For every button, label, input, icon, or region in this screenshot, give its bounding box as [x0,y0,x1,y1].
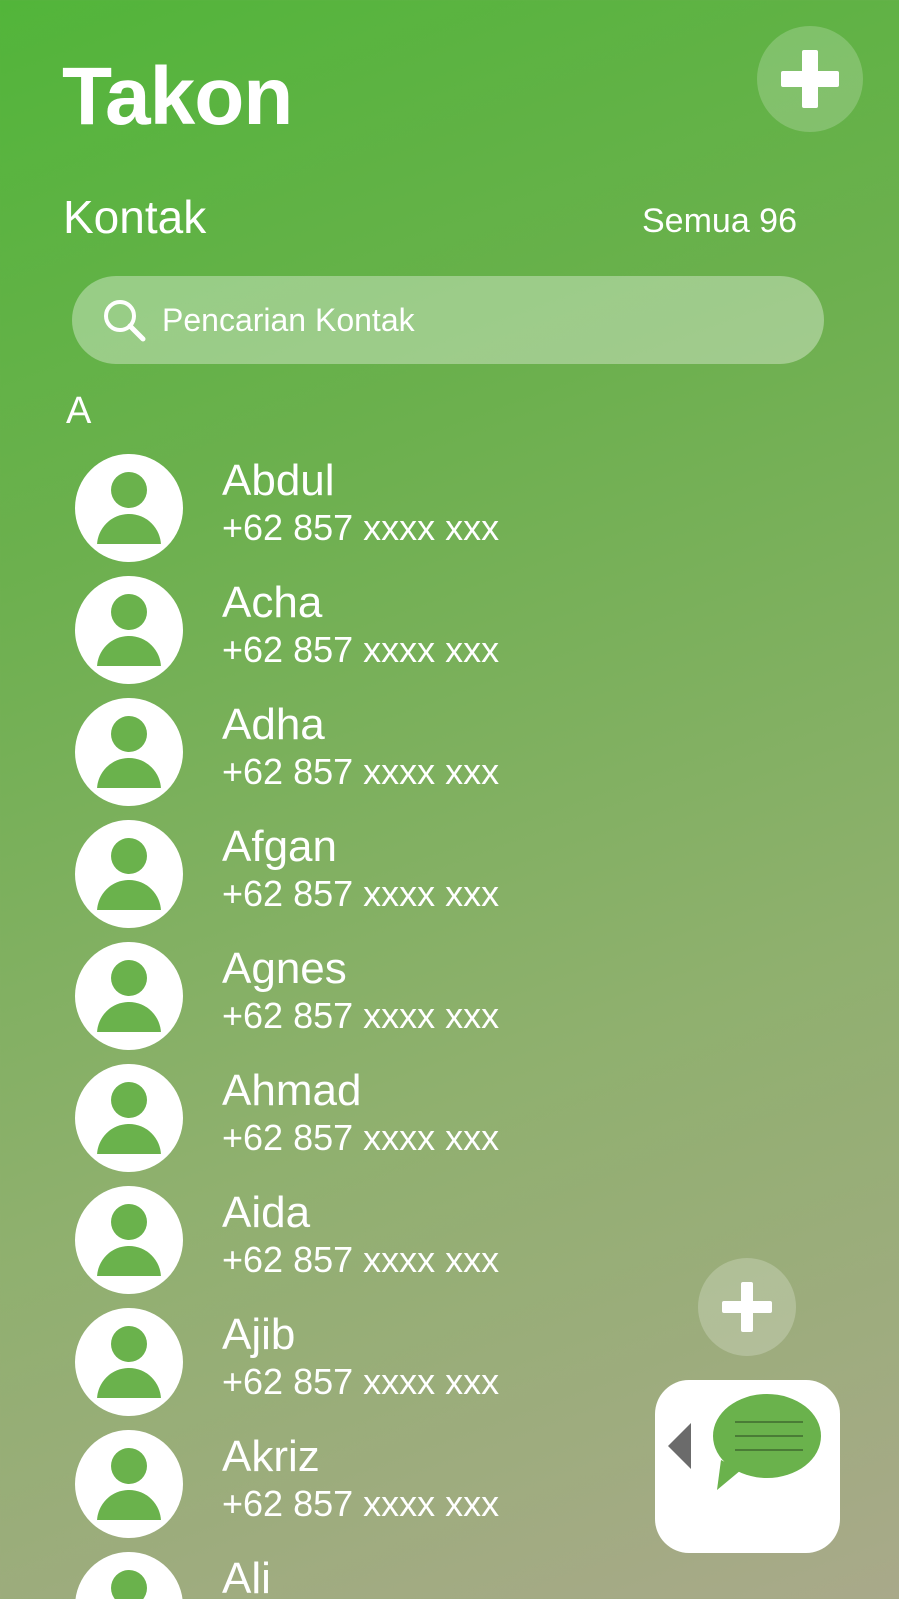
contact-row[interactable]: Agnes +62 857 xxxx xxx [0,938,899,1060]
search-bar[interactable] [72,276,824,364]
contact-phone: +62 857 xxxx xxx [222,629,500,670]
add-contact-button[interactable] [757,26,863,132]
triangle-left-icon [668,1423,691,1469]
contact-phone: +62 857 xxxx xxx [222,873,500,914]
avatar-icon [75,1430,183,1538]
contact-phone: +62 857 xxxx xxx [222,1117,500,1158]
search-input[interactable] [162,301,762,339]
contact-row[interactable]: Abdul +62 857 xxxx xxx [0,450,899,572]
avatar-icon [75,1186,183,1294]
contact-phone: +62 857 xxxx xxx [222,995,500,1036]
contact-row[interactable]: Adha +62 857 xxxx xxx [0,694,899,816]
avatar-icon [75,698,183,806]
chat-shortcut-button[interactable] [655,1380,840,1553]
avatar-icon [75,1308,183,1416]
contact-name: Afgan [222,822,337,871]
contact-phone: +62 857 xxxx xxx [222,1361,500,1402]
chat-bubble-icon [713,1394,821,1490]
avatar-icon [75,1064,183,1172]
plus-icon [722,1282,772,1332]
contact-count[interactable]: Semua 96 [642,202,797,241]
plus-icon [781,50,839,108]
contact-row[interactable]: Afgan +62 857 xxxx xxx [0,816,899,938]
contact-phone: +62 857 xxxx xxx [222,1483,500,1524]
avatar-icon [75,1552,183,1599]
floating-add-button[interactable] [698,1258,796,1356]
contact-name: Akriz [222,1432,320,1481]
contact-row[interactable]: Acha +62 857 xxxx xxx [0,572,899,694]
avatar-icon [75,454,183,562]
contact-name: Aida [222,1188,311,1237]
search-icon [104,300,146,342]
contacts-title: Kontak [63,191,207,243]
section-letter: A [66,390,92,432]
contact-phone: +62 857 xxxx xxx [222,507,500,548]
avatar-icon [75,942,183,1050]
contact-name: Abdul [222,456,335,505]
contact-row[interactable]: Ahmad +62 857 xxxx xxx [0,1060,899,1182]
contact-name: Ajib [222,1310,296,1359]
contact-phone: +62 857 xxxx xxx [222,1239,500,1280]
contact-name: Agnes [222,944,347,993]
app-title: Takon [62,51,293,142]
avatar-icon [75,576,183,684]
contact-name: Adha [222,700,325,749]
contact-phone: +62 857 xxxx xxx [222,751,500,792]
contact-name: Acha [222,578,323,627]
contact-name: Ahmad [222,1066,362,1115]
contact-row[interactable]: Ali [0,1548,899,1599]
avatar-icon [75,820,183,928]
contact-name: Ali [222,1554,271,1599]
